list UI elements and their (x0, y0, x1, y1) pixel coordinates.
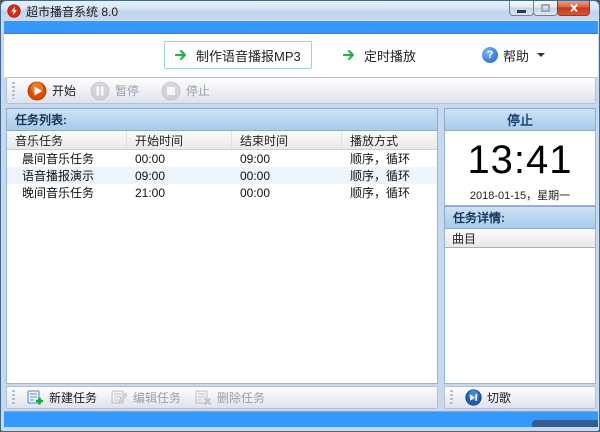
help-label: 帮助 (503, 46, 529, 65)
status-bar (4, 411, 598, 427)
playback-state-label: 停止 (507, 110, 533, 129)
skip-song-button[interactable]: 切歌 (458, 387, 518, 408)
play-icon (27, 81, 47, 101)
task-table: 音乐任务 开始时间 结束时间 播放方式 晨间音乐任务 00:00 09:00 顺… (6, 131, 438, 384)
track-column-label: 曲目 (452, 230, 476, 247)
task-name: 晨间音乐任务 (7, 150, 127, 167)
app-icon (7, 4, 21, 18)
stop-button[interactable]: 停止 (154, 79, 217, 103)
start-label: 开始 (52, 82, 76, 99)
task-mode: 顺序，循环 (342, 184, 437, 201)
task-end: 00:00 (232, 169, 342, 183)
task-details-label: 任务详情: (453, 209, 505, 226)
make-mp3-label: 制作语音播报MP3 (196, 46, 301, 65)
task-end: 00:00 (232, 186, 342, 200)
toolbar-grip (450, 390, 453, 405)
make-mp3-button[interactable]: 制作语音播报MP3 (164, 41, 312, 69)
task-details-header: 任务详情: (444, 206, 596, 229)
table-row[interactable]: 晚间音乐任务 21:00 00:00 顺序，循环 (7, 184, 437, 201)
timed-play-button[interactable]: 定时播放 (332, 41, 427, 69)
green-arrow-icon (175, 49, 189, 61)
window-title: 超市播音系统 8.0 (26, 3, 118, 20)
table-row[interactable]: 语音播报演示 09:00 00:00 顺序，循环 (7, 167, 437, 184)
resize-grip[interactable] (532, 420, 598, 427)
task-end: 09:00 (232, 152, 342, 166)
new-task-label: 新建任务 (49, 389, 97, 406)
help-icon: ? (482, 47, 498, 63)
column-header: 音乐任务 (7, 131, 127, 149)
task-name: 语音播报演示 (7, 167, 127, 184)
clock-display: 13:41 (445, 140, 595, 180)
top-nav: 制作语音播报MP3 定时播放 ? 帮助 (4, 34, 598, 77)
next-track-icon (465, 389, 482, 406)
edit-task-icon (111, 389, 128, 406)
task-mode: 顺序，循环 (342, 150, 437, 167)
date-display: 2018-01-15，星期一 (445, 187, 595, 203)
track-column-header: 曲目 (444, 229, 596, 248)
column-header: 开始时间 (127, 131, 232, 149)
new-task-button[interactable]: 新建任务 (20, 387, 104, 408)
new-task-icon (27, 389, 44, 406)
pause-button[interactable]: 暂停 (83, 79, 146, 103)
toolbar-grip (12, 82, 15, 100)
close-button[interactable] (557, 1, 590, 16)
stop-icon (161, 81, 181, 101)
maximize-button[interactable] (533, 1, 558, 16)
edit-task-button[interactable]: 编辑任务 (104, 387, 188, 408)
timed-play-label: 定时播放 (364, 46, 416, 65)
green-arrow-icon (343, 49, 357, 61)
task-list-header-label: 任务列表: (15, 111, 67, 128)
chevron-down-icon (537, 53, 545, 57)
close-icon (568, 3, 580, 13)
start-button[interactable]: 开始 (20, 79, 83, 103)
table-row[interactable]: 晨间音乐任务 00:00 09:00 顺序，循环 (7, 150, 437, 167)
toolbar-grip (12, 390, 15, 405)
app-window: 超市播音系统 8.0 制作语音播报MP3 定时播放 ? (0, 0, 600, 432)
clock-panel: 13:41 2018-01-15，星期一 (444, 131, 596, 206)
delete-task-button[interactable]: 删除任务 (188, 387, 272, 408)
skip-toolbar: 切歌 (444, 386, 596, 409)
minimize-button[interactable] (509, 1, 534, 16)
task-name: 晚间音乐任务 (7, 184, 127, 201)
pause-label: 暂停 (115, 82, 139, 99)
task-mode: 顺序，循环 (342, 167, 437, 184)
column-header: 结束时间 (232, 131, 342, 149)
playback-toolbar: 开始 暂停 停止 (6, 77, 596, 104)
help-button[interactable]: ? 帮助 (482, 43, 545, 67)
task-start: 00:00 (127, 152, 232, 166)
stop-label: 停止 (186, 82, 210, 99)
task-start: 09:00 (127, 169, 232, 183)
delete-task-label: 删除任务 (217, 389, 265, 406)
track-list[interactable] (444, 248, 596, 384)
accent-bar (4, 21, 598, 34)
title-bar[interactable]: 超市播音系统 8.0 (1, 1, 599, 21)
maximize-icon (541, 4, 550, 12)
task-table-header-row: 音乐任务 开始时间 结束时间 播放方式 (7, 131, 437, 150)
pause-icon (90, 81, 110, 101)
edit-task-label: 编辑任务 (133, 389, 181, 406)
skip-song-label: 切歌 (487, 389, 511, 406)
playback-state-header: 停止 (444, 108, 596, 131)
delete-task-icon (195, 389, 212, 406)
task-start: 21:00 (127, 186, 232, 200)
task-list-header: 任务列表: (6, 108, 438, 131)
column-header: 播放方式 (342, 131, 437, 149)
minimize-icon (517, 10, 526, 13)
task-toolbar: 新建任务 编辑任务 删除任务 (6, 386, 438, 409)
